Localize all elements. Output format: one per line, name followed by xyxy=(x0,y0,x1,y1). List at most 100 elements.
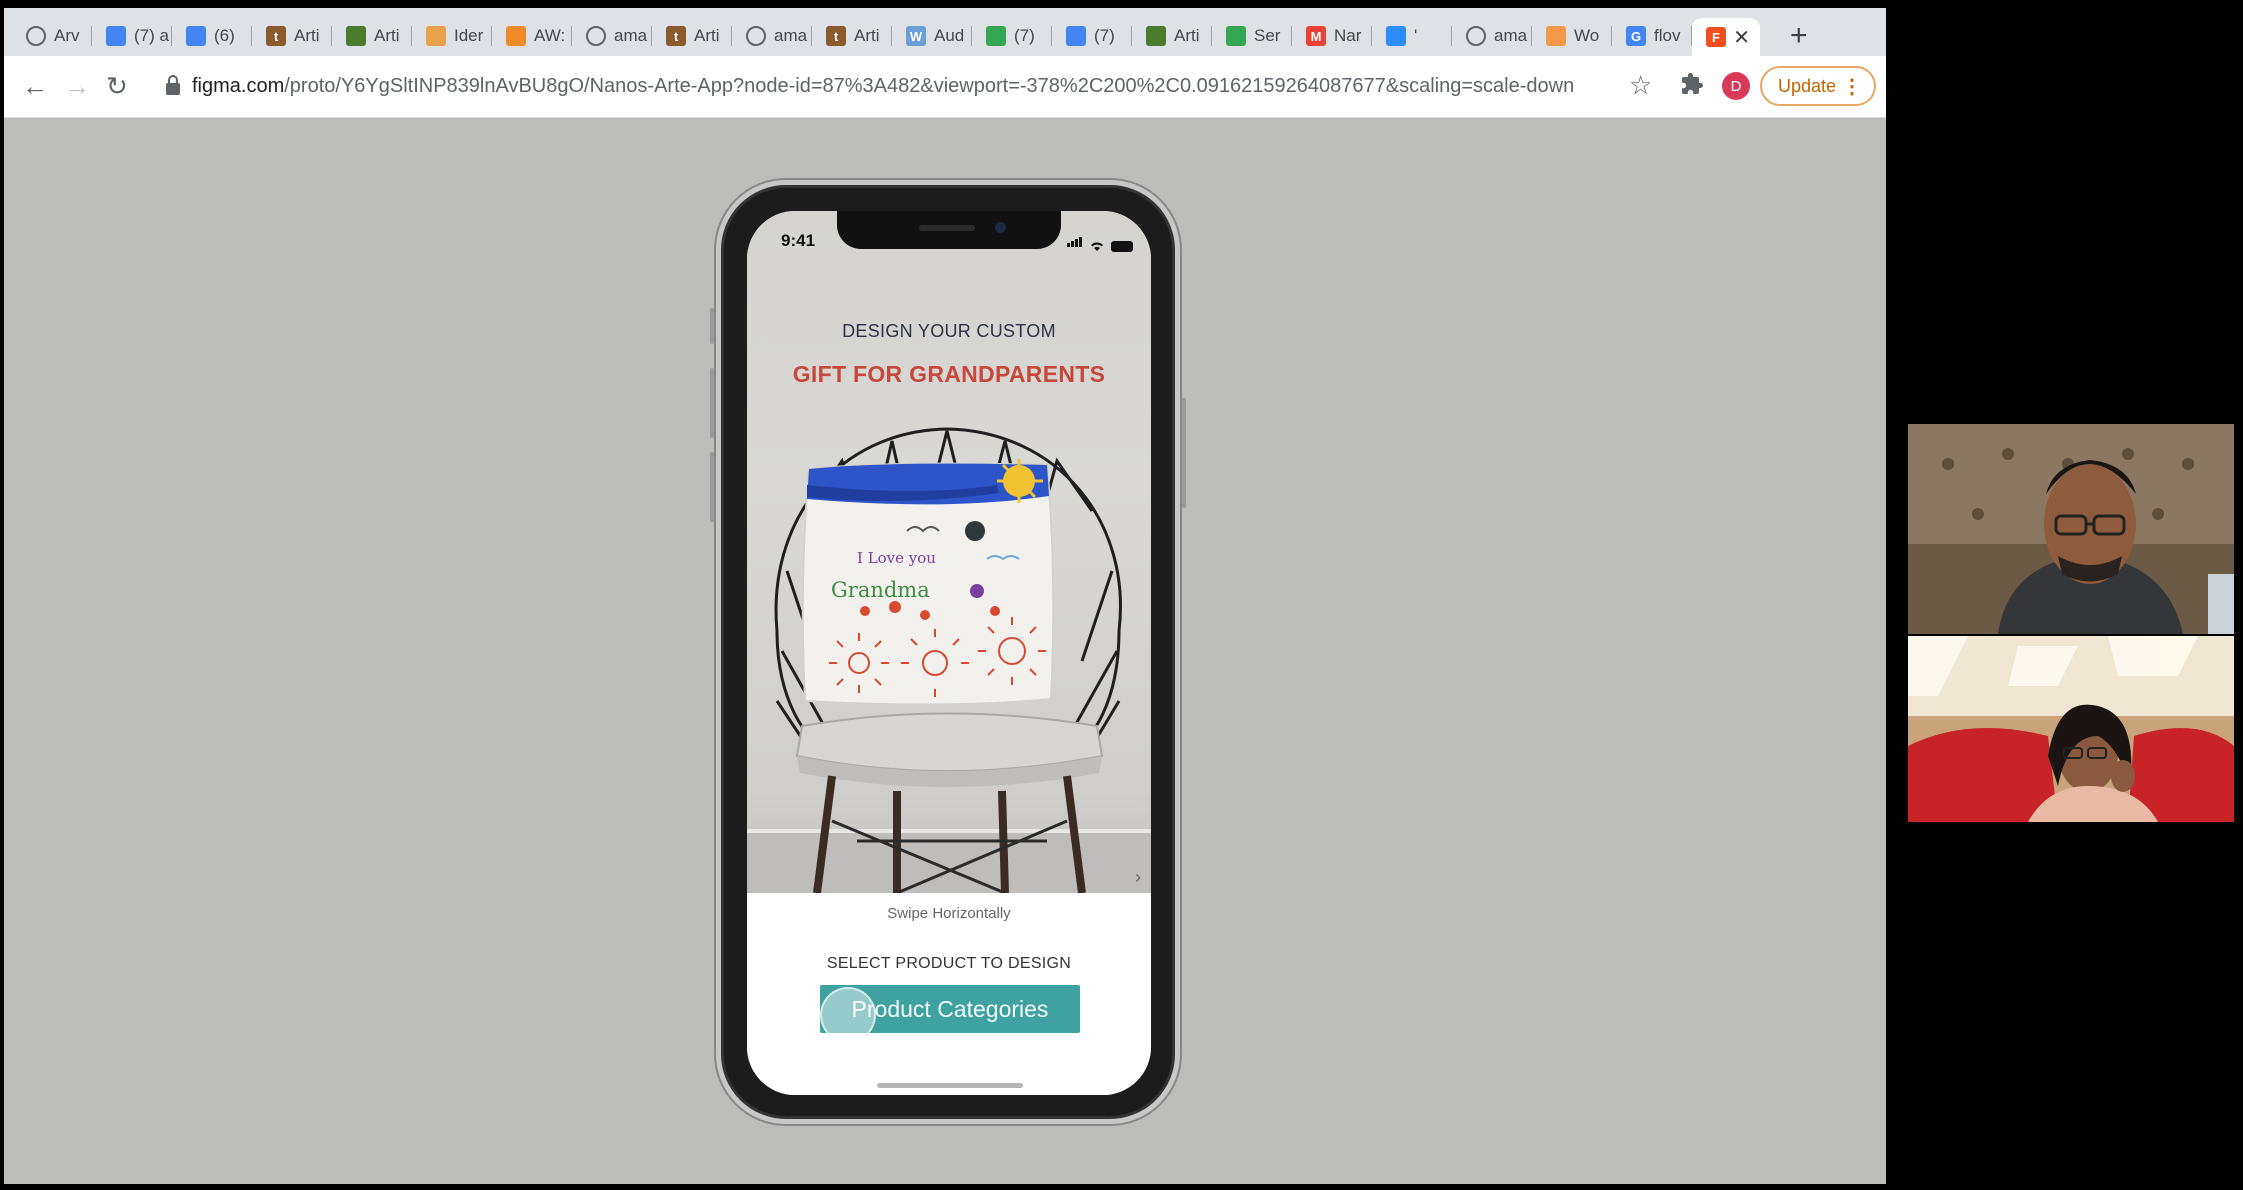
menu-kebab-icon[interactable]: ⋮ xyxy=(1842,74,1862,99)
video-tile-participant-2[interactable] xyxy=(1908,636,2234,822)
globe-icon xyxy=(586,26,606,46)
tab-7[interactable]: ama xyxy=(572,18,652,54)
tab-18[interactable]: ama xyxy=(1452,18,1532,54)
plant-icon xyxy=(1146,26,1166,46)
close-tab-icon[interactable]: ✕ xyxy=(1733,25,1750,50)
figma-icon: F xyxy=(1706,27,1726,47)
t-icon: t xyxy=(826,26,846,46)
t-icon: t xyxy=(666,26,686,46)
back-button[interactable]: ← xyxy=(22,72,48,100)
phone-screen: DESIGN YOUR CUSTOM GIFT FOR GRANDPARENTS xyxy=(747,211,1151,1095)
w-icon: W xyxy=(906,26,926,46)
tab-20[interactable]: Gflov xyxy=(1612,18,1692,54)
extensions-puzzle-icon[interactable] xyxy=(1680,72,1704,96)
tab-15[interactable]: Ser xyxy=(1212,18,1292,54)
browser-window: Arv (7) a (6) t Arti Arti Ider AW: ama t Arti ama t A… xyxy=(4,8,1886,1184)
select-product-label: SELECT PRODUCT TO DESIGN xyxy=(826,955,1072,972)
tab-2[interactable]: (6) xyxy=(172,18,252,54)
pillow-text-grandma: Grandma xyxy=(831,578,930,602)
bottom-panel: Swipe Horizontally SELECT PRODUCT TO DES… xyxy=(747,893,1151,1095)
wifi-icon xyxy=(1091,242,1103,251)
status-icons xyxy=(1067,234,1133,252)
tab-label: ama xyxy=(774,26,808,45)
doc-icon xyxy=(106,26,126,46)
cube-icon xyxy=(426,26,446,46)
tab-label: Ider xyxy=(454,26,484,45)
reload-button[interactable]: ↻ xyxy=(106,72,128,100)
tab-label: (7) xyxy=(1014,26,1035,45)
carousel-next-icon[interactable]: › xyxy=(1135,867,1141,888)
tab-10[interactable]: t Arti xyxy=(812,18,892,54)
paperplane-icon xyxy=(1546,26,1566,46)
tab-label: AW: xyxy=(534,26,566,45)
home-indicator[interactable] xyxy=(877,1083,1023,1088)
globe-icon xyxy=(1466,26,1486,46)
tab-1[interactable]: (7) a xyxy=(92,18,172,54)
tab-strip: Arv (7) a (6) t Arti Arti Ider AW: ama t Arti ama t A… xyxy=(4,8,1886,56)
tab-label: Arti xyxy=(294,26,320,45)
hero-subtitle: DESIGN YOUR CUSTOM xyxy=(842,321,1056,341)
bookmark-star-icon[interactable]: ☆ xyxy=(1629,70,1652,101)
tab-label: flov xyxy=(1654,26,1681,45)
tab-9[interactable]: ama xyxy=(732,18,812,54)
tab-3[interactable]: t Arti xyxy=(252,18,332,54)
tab-11[interactable]: W Aud xyxy=(892,18,972,54)
globe-icon xyxy=(746,26,766,46)
tab-label: Arti xyxy=(374,26,400,45)
url-text: figma.com/proto/Y6YgSltINP839lnAvBU8gO/N… xyxy=(192,75,1574,98)
tab-13[interactable]: (7) xyxy=(1052,18,1132,54)
browser-toolbar: ← → ↻ figma.com/proto/Y6YgSltINP839lnAvB… xyxy=(4,56,1886,118)
update-label: Update xyxy=(1778,75,1837,96)
aws-icon xyxy=(506,26,526,46)
swipe-hint: Swipe Horizontally xyxy=(887,905,1011,922)
tab-8[interactable]: t Arti xyxy=(652,18,732,54)
doc-icon xyxy=(1066,26,1086,46)
tab-label: Ser xyxy=(1254,26,1281,45)
gmail-icon: M xyxy=(1306,26,1326,46)
url-path: /proto/Y6YgSltINP839lnAvBU8gO/Nanos-Arte… xyxy=(284,74,1575,97)
tab-17[interactable]: ' xyxy=(1372,18,1452,54)
google-icon: G xyxy=(1626,26,1646,46)
phone-frame: DESIGN YOUR CUSTOM GIFT FOR GRANDPARENTS xyxy=(716,180,1180,1124)
tab-12[interactable]: (7) xyxy=(972,18,1052,54)
tab-label: ama xyxy=(614,26,648,45)
video-tile-participant-1[interactable] xyxy=(1908,424,2234,634)
phone-mute-switch xyxy=(710,308,714,344)
tab-label: (7) a xyxy=(134,26,169,45)
t-icon: t xyxy=(266,26,286,46)
tab-5[interactable]: Ider xyxy=(412,18,492,54)
doc-icon xyxy=(186,26,206,46)
profile-avatar[interactable]: D xyxy=(1722,72,1750,100)
tab-label: Arv xyxy=(54,26,80,45)
url-host: figma.com xyxy=(192,74,285,97)
sheet-icon xyxy=(1226,26,1246,46)
forward-button[interactable]: → xyxy=(64,72,90,100)
speaker-grille xyxy=(919,225,975,231)
tab-19[interactable]: Wo xyxy=(1532,18,1612,54)
chair-pillow-image: I Love you Grandma xyxy=(747,427,1151,893)
tab-label: Aud xyxy=(934,26,965,45)
touch-indicator xyxy=(820,987,876,1043)
tab-0[interactable]: Arv xyxy=(12,18,92,54)
zoom-icon xyxy=(1386,26,1406,46)
phone-volume-up xyxy=(710,368,714,438)
tab-label: Arti xyxy=(854,26,880,45)
screen-root: Arv (7) a (6) t Arti Arti Ider AW: ama t Arti ama t A… xyxy=(0,0,2243,1190)
plant-icon xyxy=(346,26,366,46)
address-bar[interactable]: figma.com/proto/Y6YgSltINP839lnAvBU8gO/N… xyxy=(152,64,1672,108)
tab-label: Wo xyxy=(1574,26,1600,45)
hero-banner[interactable]: DESIGN YOUR CUSTOM GIFT FOR GRANDPARENTS xyxy=(747,211,1151,893)
box-icon xyxy=(26,26,46,46)
signal-bars-icon xyxy=(1067,234,1083,252)
new-tab-button[interactable]: + xyxy=(1790,21,1808,51)
update-button[interactable]: Update ⋮ xyxy=(1760,66,1876,106)
tab-16[interactable]: M Nar xyxy=(1292,18,1372,54)
tab-label: Arti xyxy=(1174,26,1200,45)
tab-21[interactable]: F ✕ xyxy=(1692,18,1760,56)
tab-14[interactable]: Arti xyxy=(1132,18,1212,54)
tab-4[interactable]: Arti xyxy=(332,18,412,54)
phone-notch xyxy=(837,211,1061,249)
tab-6[interactable]: AW: xyxy=(492,18,572,54)
tab-label: (6) xyxy=(214,26,235,45)
battery-icon xyxy=(1111,241,1133,252)
